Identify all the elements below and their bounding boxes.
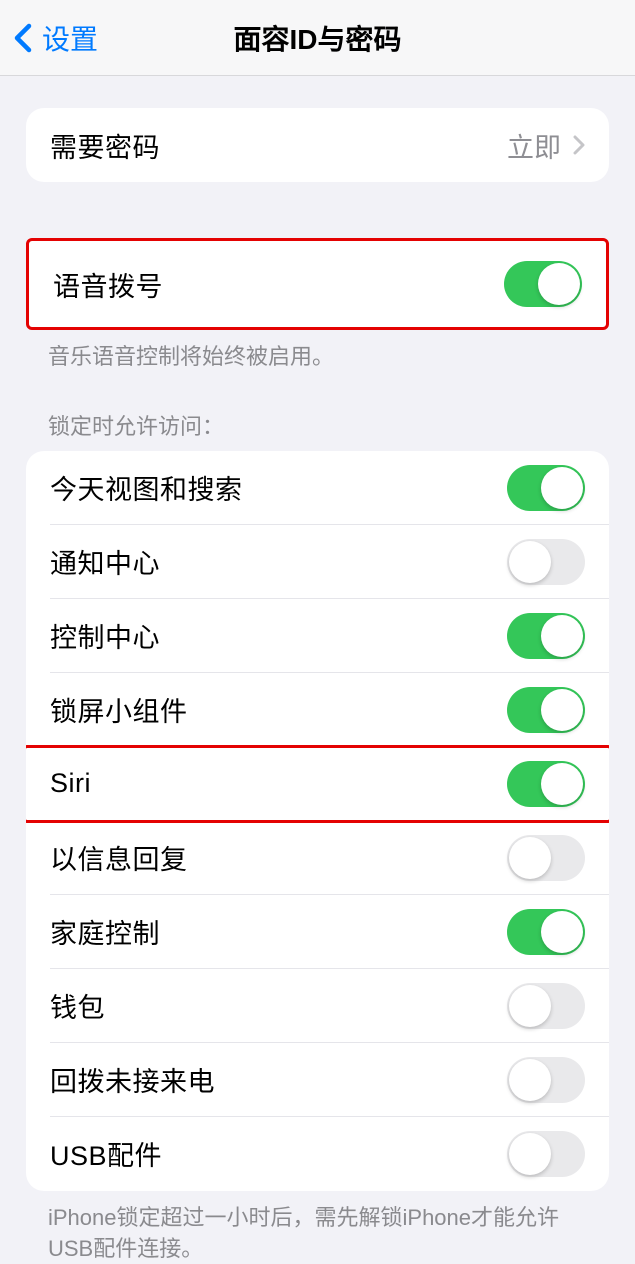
row-lock-item[interactable]: USB配件 [26,1117,609,1191]
row-label: Siri [50,768,91,799]
toggle-lock-item[interactable] [507,1131,585,1177]
row-value: 立即 [507,126,561,165]
row-lock-item[interactable]: 以信息回复 [26,821,609,895]
chevron-left-icon [14,23,32,53]
row-require-passcode[interactable]: 需要密码 立即 [26,108,609,182]
row-label: 今天视图和搜索 [50,468,243,507]
row-label: 控制中心 [50,616,160,655]
toggle-lock-item[interactable] [507,539,585,585]
back-label: 设置 [42,18,98,58]
back-button[interactable]: 设置 [0,18,98,58]
navigation-bar: 设置 面容ID与密码 [0,0,635,76]
row-lock-item[interactable]: Siri [26,747,609,821]
row-lock-item[interactable]: 回拨未接来电 [26,1043,609,1117]
row-label: 需要密码 [50,126,160,165]
toggle-lock-item[interactable] [507,835,585,881]
row-lock-item[interactable]: 钱包 [26,969,609,1043]
row-label: USB配件 [50,1134,162,1173]
group-require-passcode: 需要密码 立即 [26,108,609,182]
row-lock-item[interactable]: 今天视图和搜索 [26,451,609,525]
chevron-right-icon [573,135,585,155]
footer-voice-dial: 音乐语音控制将始终被启用。 [0,330,635,373]
row-lock-item[interactable]: 锁屏小组件 [26,673,609,747]
row-voice-dial[interactable]: 语音拨号 [29,241,606,327]
toggle-lock-item[interactable] [507,761,585,807]
toggle-lock-item[interactable] [507,983,585,1029]
toggle-voice-dial[interactable] [504,261,582,307]
group-voice-dial: 语音拨号 [26,238,609,330]
toggle-lock-item[interactable] [507,1057,585,1103]
row-label: 钱包 [50,986,105,1025]
row-lock-item[interactable]: 控制中心 [26,599,609,673]
toggle-lock-item[interactable] [507,909,585,955]
header-lock-access: 锁定时允许访问： [0,409,635,451]
toggle-lock-item[interactable] [507,613,585,659]
row-label: 回拨未接来电 [50,1060,215,1099]
group-lock-access: 今天视图和搜索通知中心控制中心锁屏小组件 Siri 以信息回复家庭控制钱包回拨未接来… [26,451,609,1191]
footer-lock-access: iPhone锁定超过一小时后，需先解锁iPhone才能允许USB配件连接。 [0,1191,635,1264]
row-label: 锁屏小组件 [50,690,188,729]
row-label: 语音拨号 [53,265,163,304]
toggle-lock-item[interactable] [507,465,585,511]
row-lock-item[interactable]: 通知中心 [26,525,609,599]
row-lock-item[interactable]: 家庭控制 [26,895,609,969]
row-label: 通知中心 [50,542,160,581]
row-label: 家庭控制 [50,912,160,951]
row-label: 以信息回复 [50,838,188,877]
toggle-lock-item[interactable] [507,687,585,733]
